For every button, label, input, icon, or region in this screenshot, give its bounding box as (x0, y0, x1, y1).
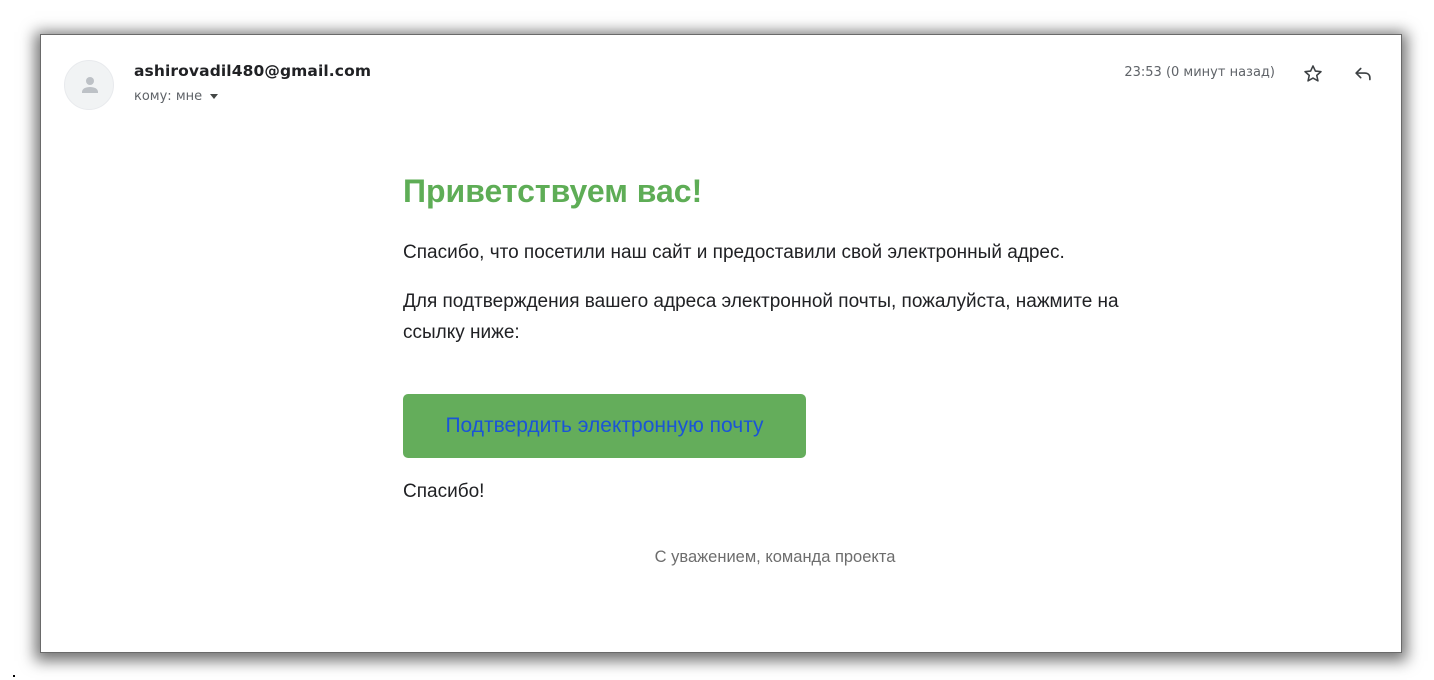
message-timestamp: 23:53 (0 минут назад) (1124, 65, 1275, 80)
confirmation-instructions: Для подтверждения вашего адреса электрон… (403, 291, 1119, 343)
email-body: Приветствуем вас! Спасибо, что посетили … (403, 171, 1163, 566)
reply-icon (1355, 67, 1371, 81)
caret-down-icon (210, 94, 219, 99)
sender-avatar[interactable] (64, 60, 114, 110)
star-button[interactable] (1299, 60, 1327, 88)
sender-email[interactable]: ashirovadil480@gmail.com (134, 62, 371, 80)
star-icon (1304, 65, 1322, 82)
recipient-details-toggle[interactable]: кому: мне (134, 89, 219, 104)
stray-dot (13, 675, 15, 677)
email-signature: С уважением, команда проекта (654, 548, 896, 566)
greeting-heading: Приветствуем вас! (403, 173, 703, 209)
thank-you-paragraph: Спасибо, что посетили наш сайт и предост… (403, 242, 1065, 263)
email-message: ashirovadil480@gmail.com кому: мне 23:53… (41, 35, 1401, 652)
confirm-email-button[interactable]: Подтвердить электронную почту (403, 394, 806, 458)
email-header: ashirovadil480@gmail.com кому: мне 23:53… (41, 35, 1401, 125)
reply-button[interactable] (1349, 60, 1377, 88)
recipient-label: кому: мне (134, 89, 203, 104)
closing-thanks: Спасибо! (403, 481, 485, 502)
person-icon (82, 77, 98, 93)
